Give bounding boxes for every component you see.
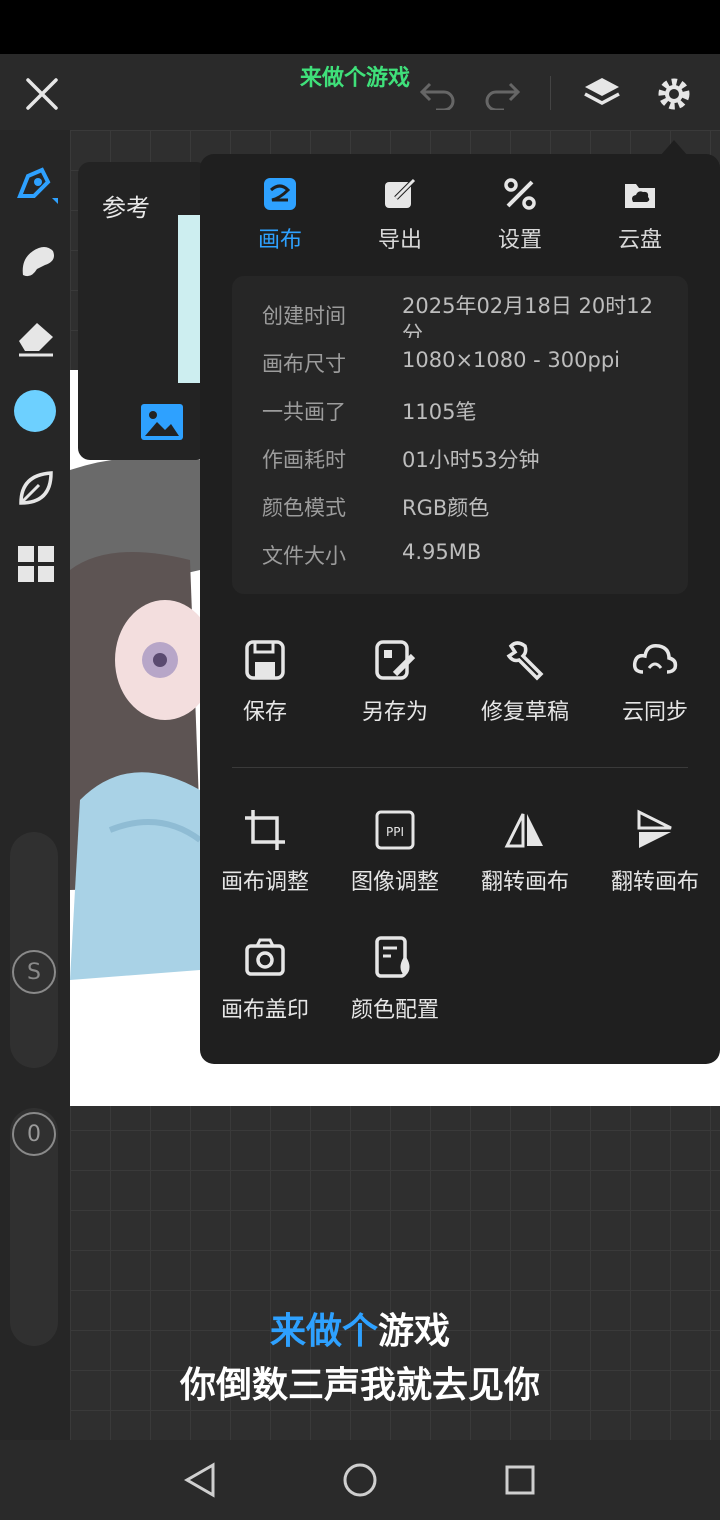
- tab-export-label: 导出: [377, 228, 422, 253]
- color-config-icon: [375, 936, 410, 978]
- flip-vertical-icon: [637, 809, 672, 848]
- color-config-button[interactable]: 颜色配置: [330, 936, 460, 1024]
- color-config-label: 颜色配置: [350, 998, 439, 1023]
- cloud-sync-label: 云同步: [621, 700, 688, 725]
- home-nav-icon[interactable]: [338, 1458, 382, 1502]
- cloud-drive-icon: [625, 184, 655, 208]
- undo-icon[interactable]: [416, 76, 460, 112]
- svg-text:PPI: PPI: [386, 825, 404, 839]
- canvas-stamp-label: 画布盖印: [220, 998, 309, 1023]
- tab-canvas[interactable]: 画布: [220, 176, 340, 254]
- smudge-tool-icon[interactable]: [12, 236, 60, 284]
- repair-draft-button[interactable]: 修复草稿: [460, 638, 590, 726]
- flip-horizontal-icon: [504, 813, 543, 848]
- save-icon: [245, 640, 285, 680]
- cloud-sync-button[interactable]: 云同步: [590, 638, 720, 726]
- wrench-icon: [506, 641, 544, 681]
- image-adjust-button[interactable]: PPI 图像调整: [330, 808, 460, 896]
- canvas-adjust-button[interactable]: 画布调整: [200, 808, 330, 896]
- image-icon[interactable]: [138, 400, 186, 444]
- info-label-strokes: 一共画了: [262, 400, 346, 424]
- status-bar: [0, 0, 720, 54]
- info-value-size: 1080×1080 - 300ppi: [402, 348, 620, 372]
- flip-canvas-horizontal-button[interactable]: 翻转画布: [460, 808, 590, 896]
- image-adjust-label: 图像调整: [350, 870, 439, 895]
- gear-icon[interactable]: [652, 72, 696, 116]
- subtitle-rest: 游戏: [378, 1311, 451, 1352]
- save-label: 保存: [242, 700, 287, 725]
- eraser-tool-icon[interactable]: [12, 312, 60, 360]
- grid-menu-icon[interactable]: [12, 540, 60, 588]
- info-value-created: 2025年02月18日 20时12分: [402, 294, 654, 338]
- info-value-strokes: 1105笔: [402, 400, 477, 424]
- ppi-icon: PPI: [375, 810, 415, 850]
- info-value-color-mode: RGB颜色: [402, 496, 490, 520]
- tab-canvas-label: 画布: [257, 228, 302, 253]
- leaf-icon[interactable]: [12, 464, 60, 512]
- save-as-button[interactable]: 另存为: [330, 638, 460, 726]
- subtitle-highlight: 来做个: [269, 1311, 378, 1352]
- reference-label: 参考: [102, 194, 150, 222]
- flip-horizontal-label: 翻转画布: [480, 870, 569, 895]
- save-as-icon: [375, 640, 416, 680]
- canvas-icon: [264, 178, 296, 210]
- canvas-adjust-label: 画布调整: [220, 870, 309, 895]
- subtitle-line-1: 来做个游戏: [0, 1302, 720, 1354]
- save-button[interactable]: 保存: [200, 638, 330, 726]
- back-nav-icon[interactable]: [178, 1458, 222, 1502]
- opacity-handle[interactable]: 0: [12, 1112, 56, 1156]
- save-as-label: 另存为: [361, 700, 428, 725]
- export-icon: [385, 178, 416, 208]
- layers-icon[interactable]: [580, 72, 624, 116]
- repair-draft-label: 修复草稿: [480, 700, 569, 725]
- info-label-created: 创建时间: [262, 304, 346, 328]
- tab-settings-label: 设置: [497, 228, 542, 253]
- redo-icon[interactable]: [480, 76, 524, 112]
- tools-icon: [504, 178, 536, 210]
- menu-divider: [232, 767, 688, 768]
- tab-settings[interactable]: 设置: [460, 176, 580, 254]
- info-value-file-size: 4.95MB: [402, 540, 482, 564]
- info-label-duration: 作画耗时: [262, 448, 346, 472]
- close-icon[interactable]: [22, 74, 62, 114]
- brush-size-handle[interactable]: S: [12, 950, 56, 994]
- toolbar-divider: [550, 76, 551, 110]
- info-value-duration: 01小时53分钟: [402, 448, 540, 472]
- info-label-color-mode: 颜色模式: [262, 496, 346, 520]
- info-label-file-size: 文件大小: [262, 544, 346, 568]
- recents-nav-icon[interactable]: [498, 1458, 542, 1502]
- tab-cloud-drive[interactable]: 云盘: [580, 176, 700, 254]
- crop-icon: [245, 810, 285, 850]
- info-label-size: 画布尺寸: [262, 352, 346, 376]
- tab-cloud-drive-label: 云盘: [617, 228, 662, 253]
- cloud-sync-icon: [632, 643, 678, 674]
- subtitle-line-2: 你倒数三声我就去见你: [179, 1365, 540, 1406]
- color-picker-swatch[interactable]: [14, 390, 56, 432]
- pen-tool-icon[interactable]: [12, 160, 60, 208]
- flip-vertical-label: 翻转画布: [610, 870, 699, 895]
- tab-export[interactable]: 导出: [340, 176, 460, 254]
- flip-canvas-vertical-button[interactable]: 翻转画布: [590, 808, 720, 896]
- overlay-title: 来做个游戏: [300, 66, 411, 91]
- canvas-stamp-button[interactable]: 画布盖印: [200, 936, 330, 1024]
- camera-icon: [245, 938, 285, 976]
